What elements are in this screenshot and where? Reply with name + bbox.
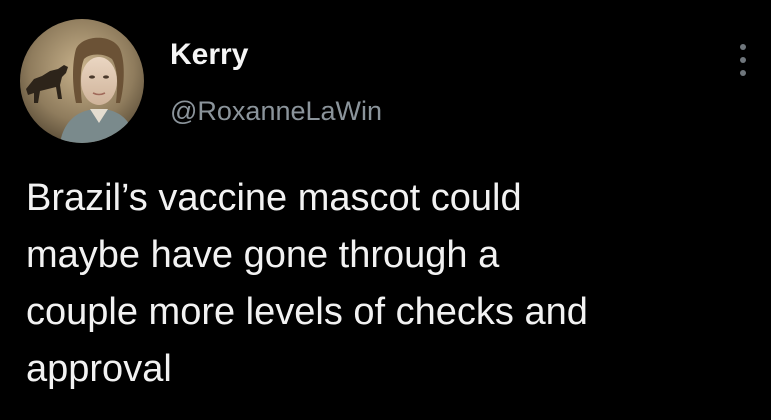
tweet-text-line: couple more levels of checks and <box>26 291 588 333</box>
tweet-text: Brazil’s vaccine mascot could maybe have… <box>26 170 756 398</box>
display-name[interactable]: Kerry <box>170 38 248 72</box>
tweet-text-line: Brazil’s vaccine mascot could <box>26 177 522 219</box>
profile-photo-icon <box>20 19 144 143</box>
vertical-ellipsis-icon <box>740 44 746 76</box>
tweet-card: Kerry @RoxanneLaWin Brazil’s vaccine mas… <box>0 0 771 420</box>
tweet-text-line: maybe have gone through a <box>26 234 500 276</box>
more-options-button[interactable] <box>728 38 758 82</box>
user-handle[interactable]: @RoxanneLaWin <box>170 95 382 127</box>
tweet-text-line: approval <box>26 348 172 390</box>
avatar[interactable] <box>20 19 144 143</box>
